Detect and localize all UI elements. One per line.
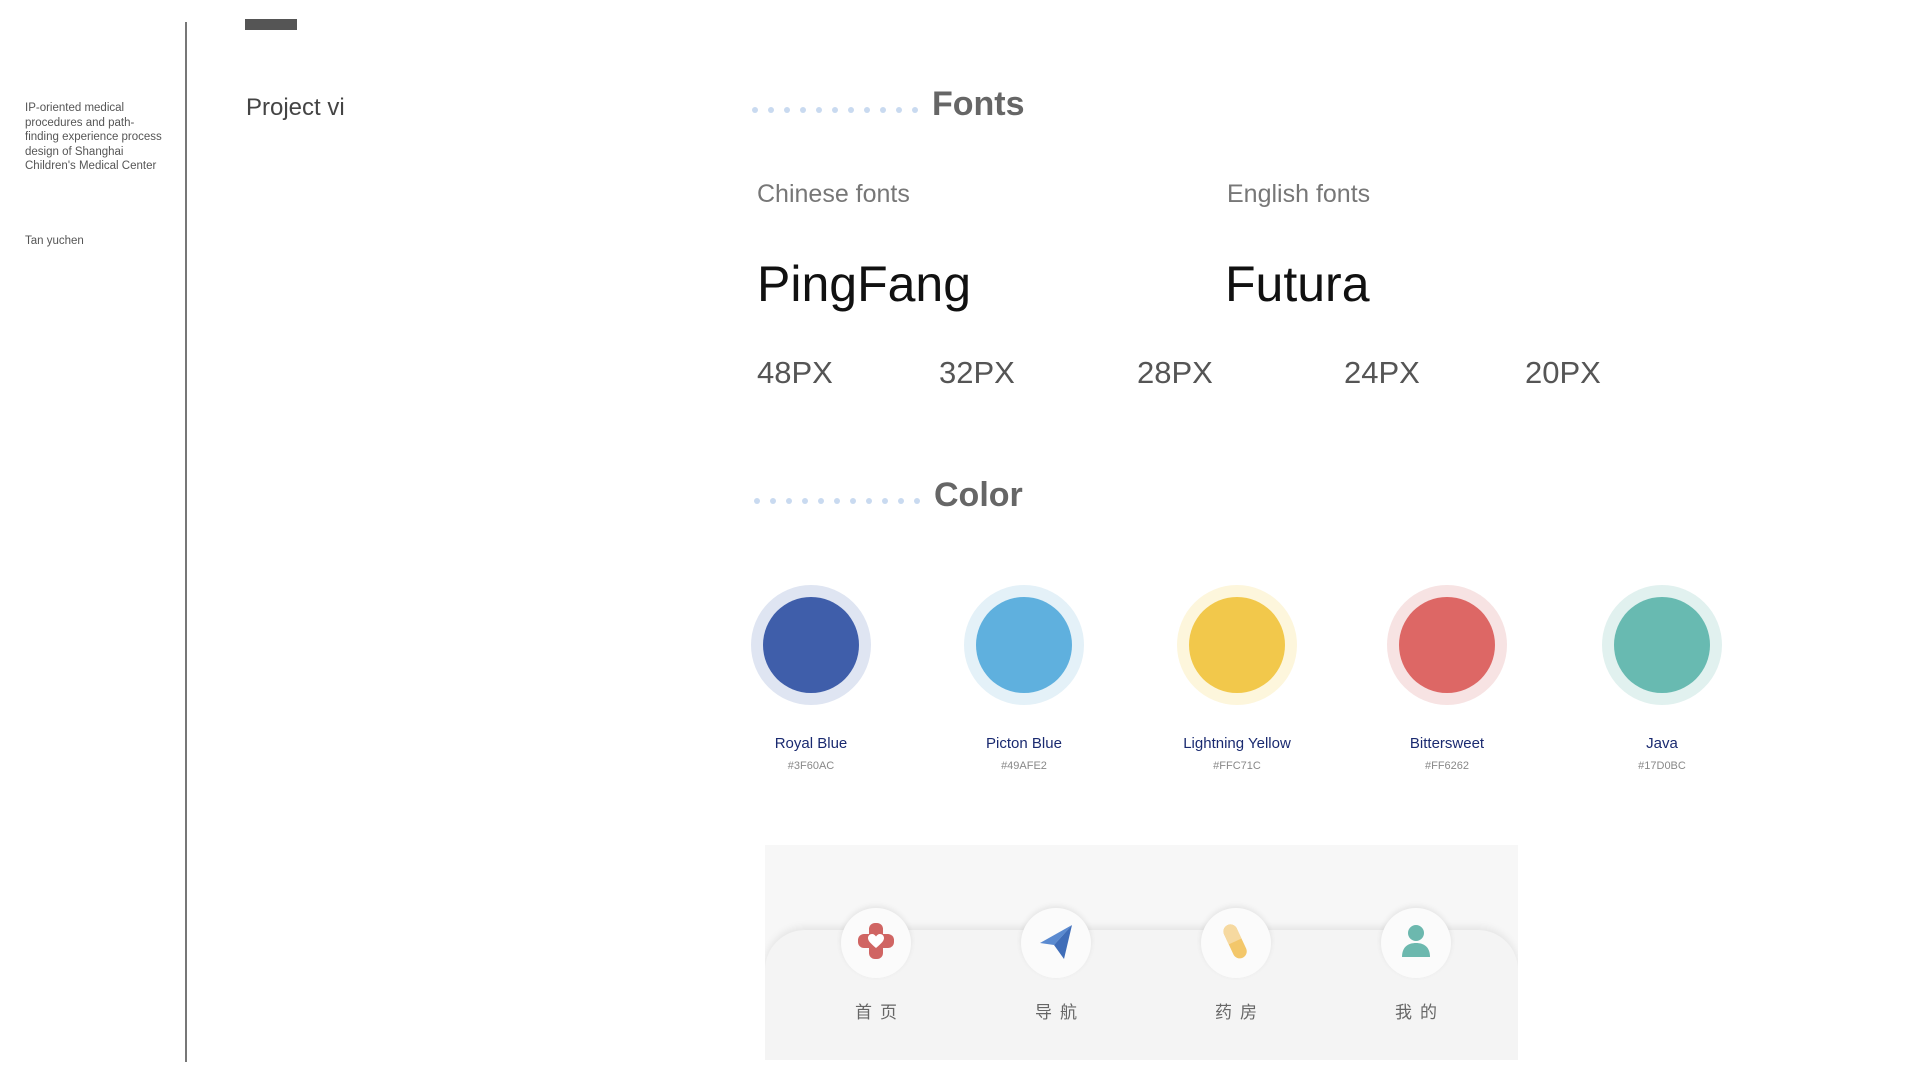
paper-plane-icon: [1034, 919, 1078, 968]
decorative-dots: [754, 497, 920, 504]
swatch-name: Java: [1646, 735, 1678, 752]
swatch-ring: [964, 585, 1084, 705]
author-name: Tan yuchen: [25, 235, 84, 247]
tab-icon-button: [1021, 908, 1091, 978]
tab-label: 我的: [1395, 1003, 1445, 1022]
swatch-core: [1189, 597, 1285, 693]
pill-capsule-icon: [1214, 919, 1258, 968]
color-swatch-java: Java #17D0BC: [1602, 585, 1722, 772]
chinese-fonts-label: Chinese fonts: [757, 180, 910, 208]
font-size-label: 28PX: [1137, 355, 1213, 390]
tab-icon-button: [841, 908, 911, 978]
sidebar-divider: [185, 22, 187, 1062]
tab-profile[interactable]: 我的: [1371, 908, 1461, 1023]
fonts-section-header: Fonts: [752, 85, 1025, 124]
top-accent-bar: [245, 19, 297, 30]
swatch-ring: [1387, 585, 1507, 705]
tab-home[interactable]: 首页: [831, 908, 921, 1023]
swatch-name: Picton Blue: [986, 735, 1062, 752]
decorative-dots: [752, 106, 918, 113]
swatch-name: Royal Blue: [774, 735, 848, 752]
user-profile-icon: [1394, 919, 1438, 968]
swatch-hex: #17D0BC: [1638, 760, 1686, 772]
color-swatch-royal-blue: Royal Blue #3F60AC: [751, 585, 871, 772]
tab-navigation[interactable]: 导航: [1011, 908, 1101, 1023]
swatch-hex: #49AFE2: [1001, 760, 1047, 772]
color-section-header: Color: [754, 476, 1023, 515]
color-swatch-bittersweet: Bittersweet #FF6262: [1387, 585, 1507, 772]
swatch-ring: [751, 585, 871, 705]
swatch-ring: [1602, 585, 1722, 705]
swatch-hex: #FF6262: [1424, 760, 1470, 772]
color-swatch-picton-blue: Picton Blue #49AFE2: [964, 585, 1084, 772]
project-title: Project vi: [246, 94, 345, 121]
swatch-core: [976, 597, 1072, 693]
swatch-name: Lightning Yellow: [1183, 735, 1291, 752]
chinese-font-sample: PingFang: [757, 256, 972, 312]
tabbar-mockup: 首页 导航 药房 我的: [765, 845, 1518, 1060]
swatch-name: Bittersweet: [1409, 735, 1485, 752]
page: IP-oriented medical procedures and path-…: [0, 0, 1920, 1080]
font-size-label: 48PX: [757, 355, 833, 390]
tab-label: 药房: [1215, 1003, 1265, 1022]
swatch-core: [1399, 597, 1495, 693]
tab-label: 首页: [855, 1003, 905, 1022]
english-fonts-label: English fonts: [1227, 180, 1371, 208]
medical-cross-heart-icon: [854, 919, 898, 968]
color-swatch-lightning-yellow: Lightning Yellow #FFC71C: [1177, 585, 1297, 772]
font-size-label: 20PX: [1525, 355, 1601, 390]
english-font-sample: Futura: [1225, 256, 1370, 312]
tab-pharmacy[interactable]: 药房: [1191, 908, 1281, 1023]
swatch-core: [1614, 597, 1710, 693]
tab-label: 导航: [1035, 1003, 1085, 1022]
tab-icon-button: [1381, 908, 1451, 978]
color-title: Color: [934, 476, 1023, 514]
fonts-title: Fonts: [932, 85, 1025, 123]
font-size-label: 24PX: [1344, 355, 1420, 390]
swatch-core: [763, 597, 859, 693]
swatch-hex: #FFC71C: [1213, 760, 1261, 772]
font-size-label: 32PX: [939, 355, 1015, 390]
swatch-hex: #3F60AC: [787, 760, 835, 772]
tab-icon-button: [1201, 908, 1271, 978]
swatch-ring: [1177, 585, 1297, 705]
project-description: IP-oriented medical procedures and path-…: [25, 102, 162, 172]
